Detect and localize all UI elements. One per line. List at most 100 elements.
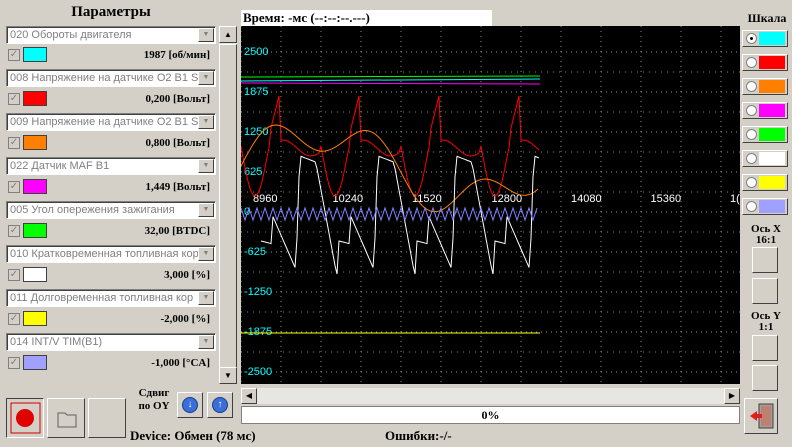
axis-y-zoom-in-button[interactable] [752,335,778,361]
scale-radio[interactable] [746,153,757,164]
axis-y-zoom: 1:1 [758,321,774,333]
series-maf [241,82,541,85]
scale-option[interactable] [742,198,788,215]
record-button[interactable] [6,398,44,438]
chart-area[interactable]: 2500 1875 1250 625 0 -625 -1250 -1875 -2500 8960 1… [241,26,740,384]
scale-option[interactable] [742,126,788,143]
time-label: Время: -мс (--:--:--.---) [241,10,492,26]
scale-color-swatch [759,128,785,141]
param-name: 020 Обороты двигателя [10,29,132,41]
param-color-swatch[interactable] [23,91,47,106]
shift-down-button[interactable]: ↓ [177,392,203,418]
scroll-down-icon[interactable]: ▼ [219,367,237,384]
param-checkbox[interactable]: ✓ [8,357,20,369]
param-select[interactable]: 020 Обороты двигателя ▼ [6,26,216,44]
scale-color-swatch [759,200,785,213]
param-checkbox[interactable]: ✓ [8,269,20,281]
scroll-left-icon[interactable]: ◀ [241,388,257,404]
scale-radio[interactable] [746,57,757,68]
param-color-swatch[interactable] [23,179,47,194]
exit-button[interactable] [744,398,778,434]
scale-radio[interactable] [746,177,757,188]
scale-radio[interactable] [746,129,757,140]
shift-label-line2: по OY [138,400,170,412]
param-select[interactable]: 005 Угол опережения зажигания ▼ [6,201,216,219]
param-color-swatch[interactable] [23,47,47,62]
scale-option[interactable] [742,30,788,47]
param-select[interactable]: 008 Напряжение на датчике O2 B1 S ▼ [6,69,216,87]
series-advance [241,75,541,78]
axis-x-zoom: 16:1 [755,234,777,246]
scrollbar-thumb[interactable] [219,44,237,374]
scale-color-swatch [759,80,785,93]
param-select[interactable]: 022 Датчик MAF B1 ▼ [6,157,216,175]
scale-option[interactable] [742,54,788,71]
shift-label: Сдвиг по OY [134,387,174,413]
series-vvt [241,206,538,222]
axis-x-zoom-out-button[interactable] [752,278,778,304]
error-status: Ошибки:-/- [385,428,452,443]
scale-color-swatch [759,176,785,189]
x-tick-label: 1( [730,193,740,205]
blank-button[interactable] [88,398,126,438]
dropdown-arrow-icon[interactable]: ▼ [198,159,214,173]
param-checkbox[interactable]: ✓ [8,225,20,237]
dropdown-arrow-icon[interactable]: ▼ [198,71,214,85]
param-color-swatch[interactable] [23,355,47,370]
scale-radio[interactable] [746,201,757,212]
chart-svg: 2500187512506250-625-1250-1875-25008960 1… [241,26,740,384]
scale-radio[interactable] [746,105,757,116]
axis-y-zoom-out-button[interactable] [752,365,778,391]
chart-hscrollbar[interactable]: ◀ ▶ [241,388,740,404]
y-tick-label: -1875 [244,326,272,338]
param-checkbox[interactable]: ✓ [8,93,20,105]
param-checkbox[interactable]: ✓ [8,313,20,325]
param-checkbox[interactable]: ✓ [8,181,20,193]
scroll-up-icon[interactable]: ▲ [219,26,237,43]
dropdown-arrow-icon[interactable]: ▼ [198,247,214,261]
scale-option[interactable] [742,150,788,167]
param-color-swatch[interactable] [23,135,47,150]
param-value: -2,000 [%] [160,313,211,325]
dropdown-arrow-icon[interactable]: ▼ [198,335,214,349]
param-value: 0,200 [Вольт] [145,93,211,105]
y-tick-label: -625 [244,246,266,258]
series-rpm [241,78,541,82]
param-select[interactable]: 011 Долговременная топливная кор ▼ [6,289,216,307]
record-icon [10,402,41,434]
dropdown-arrow-icon[interactable]: ▼ [198,115,214,129]
axis-x-zoom-in-button[interactable] [752,247,778,273]
param-select[interactable]: 009 Напряжение на датчике O2 B1 S ▼ [6,113,216,131]
param-name: 011 Долговременная топливная кор [10,292,194,304]
scale-radio[interactable] [746,81,757,92]
scale-option[interactable] [742,102,788,119]
scale-option[interactable] [742,174,788,191]
x-tick-label: 14080 [571,193,602,205]
exit-door-icon [750,403,774,429]
scale-option[interactable] [742,78,788,95]
param-color-swatch[interactable] [23,223,47,238]
y-tick-label: 1250 [244,126,268,138]
device-status: Device: Обмен (78 мс) [130,428,256,443]
param-name: 008 Напряжение на датчике O2 B1 S [10,72,198,84]
shift-up-button[interactable]: ↑ [207,392,233,418]
open-file-button[interactable] [47,398,85,438]
scale-radio[interactable] [746,33,757,44]
param-color-swatch[interactable] [23,311,47,326]
param-select[interactable]: 010 Кратковременная топливная кор ▼ [6,245,216,263]
dropdown-arrow-icon[interactable]: ▼ [198,203,214,217]
param-color-swatch[interactable] [23,267,47,282]
parameter-list: 020 Обороты двигателя ▼ ✓ 1987 [об/мин] 0… [6,26,218,374]
scroll-right-icon[interactable]: ▶ [724,388,740,404]
param-checkbox[interactable]: ✓ [8,137,20,149]
param-value: 0,800 [Вольт] [145,137,211,149]
param-name: 014 INT/V TIM(B1) [10,336,103,348]
folder-icon [57,412,77,428]
parameter-scrollbar[interactable]: ▲ ▼ [219,26,237,384]
param-select[interactable]: 014 INT/V TIM(B1) ▼ [6,333,216,351]
param-checkbox[interactable]: ✓ [8,49,20,61]
y-tick-label: 2500 [244,46,268,58]
dropdown-arrow-icon[interactable]: ▼ [198,291,214,305]
dropdown-arrow-icon[interactable]: ▼ [198,28,214,42]
x-tick-label: 15360 [651,193,682,205]
